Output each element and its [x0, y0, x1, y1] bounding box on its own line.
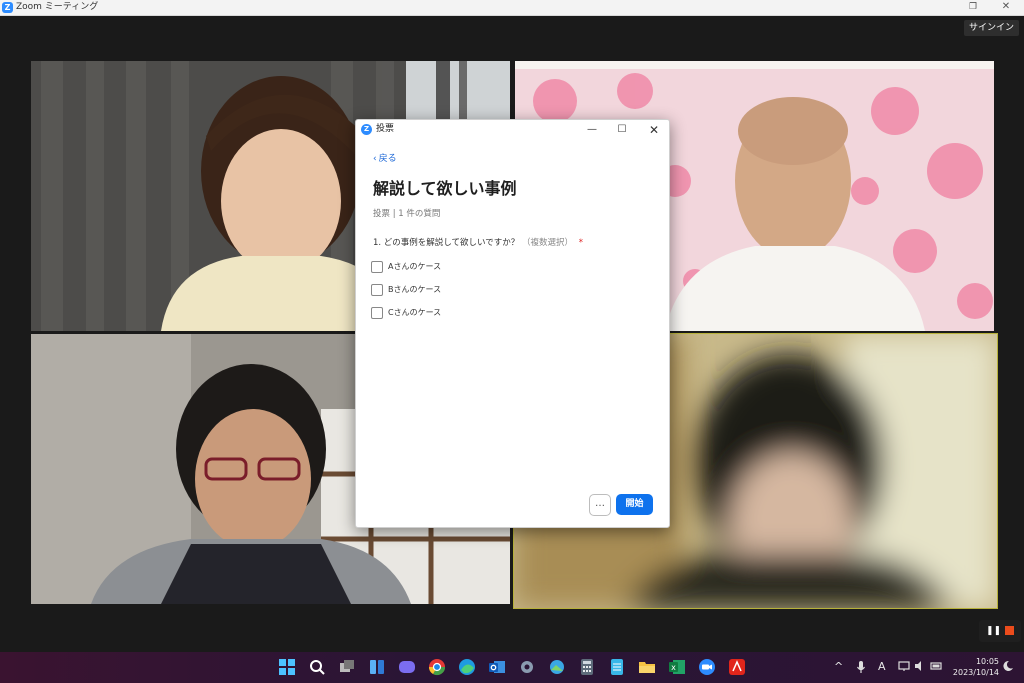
maximize-icon[interactable]: ☐ — [614, 123, 630, 137]
calculator-icon[interactable] — [578, 658, 596, 676]
checkbox[interactable] — [371, 284, 383, 296]
back-link[interactable]: ‹ 戻る — [373, 153, 397, 165]
recording-controls: ❚❚ — [979, 620, 1021, 642]
svg-text:x: x — [671, 663, 676, 672]
teams-chat-icon[interactable] — [398, 658, 416, 676]
taskbar-clock[interactable]: 10:05 2023/10/14 — [947, 656, 999, 678]
file-explorer-icon[interactable] — [638, 658, 656, 676]
restore-icon[interactable]: ❐ — [968, 2, 978, 12]
battery-icon[interactable] — [930, 660, 943, 676]
close-icon[interactable]: ✕ — [1000, 1, 1012, 13]
clock-time: 10:05 — [975, 657, 999, 666]
required-mark: * — [578, 238, 583, 248]
poll-title: 解説して欲しい事例 — [373, 179, 517, 198]
photos-icon[interactable] — [548, 658, 566, 676]
close-icon[interactable]: ✕ — [646, 123, 662, 137]
signin-button[interactable]: サインイン — [963, 20, 1019, 36]
option-label: Cさんのケース — [388, 308, 442, 317]
settings-icon[interactable] — [518, 658, 536, 676]
pause-recording-icon[interactable]: ❚❚ — [986, 626, 1001, 636]
zoom-taskbar-icon[interactable] — [698, 658, 716, 676]
checkbox[interactable] — [371, 307, 383, 319]
windows-start-icon[interactable] — [278, 658, 296, 676]
checkbox[interactable] — [371, 261, 383, 273]
clock-date: 2023/10/14 — [952, 668, 999, 677]
windows-taskbar: x ^ A 10:05 2023/10/14 — [0, 652, 1024, 683]
chevron-left-icon: ‹ — [373, 154, 377, 164]
poll-meta: 投票 | 1 件の質問 — [373, 209, 441, 219]
zoom-logo-icon: Z — [2, 2, 13, 13]
outlook-icon[interactable] — [488, 658, 506, 676]
question-text: 1. どの事例を解説して欲しいですか？ — [373, 238, 520, 248]
network-icon[interactable] — [898, 660, 910, 676]
back-label: 戻る — [378, 154, 397, 164]
edge-icon[interactable] — [458, 658, 476, 676]
chrome-icon[interactable] — [428, 658, 446, 676]
poll-dialog: Z 投票 — ☐ ✕ ‹ 戻る 解説して欲しい事例 投票 | 1 件の質問 1. … — [355, 119, 670, 528]
search-icon[interactable] — [308, 658, 326, 676]
chevron-up-icon[interactable]: ^ — [834, 660, 843, 674]
widgets-icon[interactable] — [368, 658, 386, 676]
task-view-icon[interactable] — [338, 658, 356, 676]
ellipsis-icon: … — [595, 498, 605, 509]
window-titlebar: Z Zoom ミーティング ❐ ✕ — [0, 0, 1024, 16]
poll-window-title: 投票 — [376, 124, 395, 134]
start-poll-button[interactable]: 開始 — [616, 494, 653, 515]
excel-icon[interactable]: x — [668, 658, 686, 676]
option-label: Bさんのケース — [388, 285, 442, 294]
stop-recording-icon[interactable] — [1005, 626, 1014, 635]
poll-question: 1. どの事例を解説して欲しいですか？ （複数選択） * — [373, 237, 583, 249]
acrobat-icon[interactable] — [728, 658, 746, 676]
more-options-button[interactable]: … — [589, 494, 611, 516]
question-hint: （複数選択） — [522, 238, 574, 248]
notepad-icon[interactable] — [608, 658, 626, 676]
zoom-logo-icon: Z — [361, 124, 372, 135]
poll-dialog-titlebar: Z 投票 — ☐ ✕ — [356, 120, 669, 140]
ime-indicator[interactable]: A — [878, 660, 886, 674]
window-title: Zoom ミーティング — [16, 2, 99, 12]
option-label: Aさんのケース — [388, 262, 442, 271]
notification-icon[interactable] — [1003, 660, 1014, 676]
volume-icon[interactable] — [914, 660, 926, 676]
minimize-icon[interactable]: — — [584, 123, 600, 137]
microphone-icon[interactable] — [856, 660, 866, 678]
